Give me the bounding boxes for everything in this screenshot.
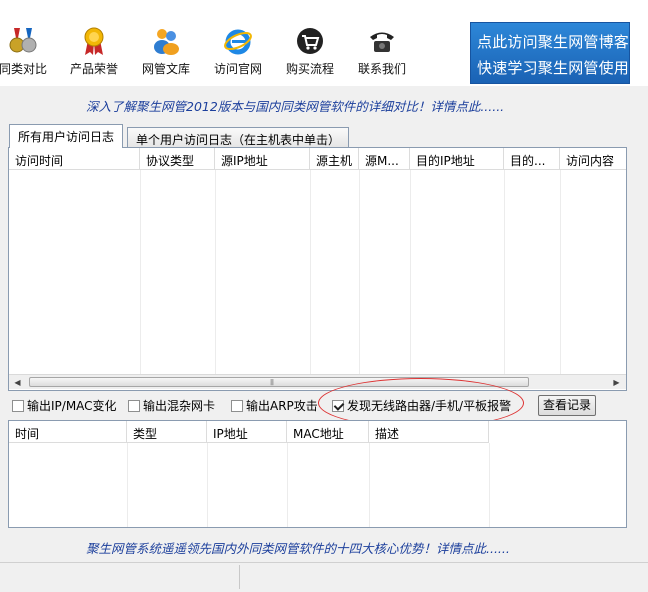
access-log-table[interactable]: 访问时间 协议类型 源IP地址 源主机 源M... 目的IP地址 目的... 访… [8,147,627,391]
column-header[interactable]: MAC地址 [287,421,369,443]
banner-line-2: 快速学习聚生网管使用 [477,59,630,77]
people-icon [154,29,179,55]
grid-line [560,170,561,375]
telephone-icon [370,32,394,52]
toolbar-purchase-button[interactable]: 购买流程 [280,26,340,82]
toolbar-contact-button[interactable]: 联系我们 [352,26,412,82]
scroll-left-icon[interactable]: ◀ [10,376,25,389]
toolbar-label: 访问官网 [213,62,262,76]
status-cell [240,565,648,589]
award-ribbon-icon [84,27,104,55]
grid-line [127,443,128,527]
grid-line [359,170,360,375]
toolbar-label: 联系我们 [357,62,406,76]
column-header[interactable]: 源IP地址 [215,148,310,170]
tab-single-user-log[interactable]: 单个用户访问日志（在主机表中单击） [127,127,350,148]
column-header[interactable]: 协议类型 [140,148,215,170]
view-records-button[interactable]: 查看记录 [538,395,596,416]
grid-line [140,170,141,375]
blog-banner-link[interactable]: 点此访问聚生网管博客 快速学习聚生网管使用 [470,22,630,84]
checkbox-box[interactable] [128,400,140,412]
checkbox-label: 输出ARP攻击 [246,399,318,413]
horizontal-scrollbar[interactable]: ◀ ||| ▶ [9,374,626,389]
status-bar [0,562,648,592]
internet-explorer-icon [224,29,252,55]
toolbar-compare-button[interactable]: 同类对比 [0,26,54,82]
scroll-right-icon[interactable]: ▶ [609,376,624,389]
shopping-cart-icon [297,28,323,54]
column-header[interactable]: 源主机 [310,148,359,170]
grid-line [489,443,490,527]
promo-advantages-link[interactable]: 聚生网管系统遥遥领先国内外同类网管软件的十四大核心优势！详情点此...... [86,538,510,557]
medals-icon [9,28,37,53]
status-cell [0,565,240,589]
grid-line [410,170,411,375]
grid-line [310,170,311,375]
checkbox-label: 输出IP/MAC变化 [27,399,117,413]
toolbar-label: 网管文库 [141,62,190,76]
column-header[interactable]: IP地址 [207,421,287,443]
column-header[interactable]: 时间 [9,421,127,443]
toolbar-label: 产品荣誉 [69,62,118,76]
toolbar-label: 同类对比 [0,62,47,76]
toolbar: 同类对比 产品荣誉 网管文库 访问官网 购买流程 联系我们 点此访问聚生网管博客… [0,0,648,86]
banner-line-1: 点此访问聚生网管博客 [477,33,630,51]
column-header[interactable]: 源M... [359,148,410,170]
column-header[interactable]: 描述 [369,421,489,443]
arp-attack-checkbox[interactable]: 输出ARP攻击 [231,397,318,414]
toolbar-label: 购买流程 [285,62,334,76]
grid-line [504,170,505,375]
promiscuous-nic-checkbox[interactable]: 输出混杂网卡 [128,397,215,414]
grid-line [215,170,216,375]
column-header[interactable]: 目的IP地址 [410,148,504,170]
toolbar-library-button[interactable]: 网管文库 [136,26,196,82]
grip-icon: ||| [270,379,274,386]
grid-line [287,443,288,527]
toolbar-honors-button[interactable]: 产品荣誉 [64,26,124,82]
promo-comparison-link[interactable]: 深入了解聚生网管2012版本与国内同类网管软件的详细对比！详情点此...... [86,96,504,115]
grid-line [207,443,208,527]
column-header[interactable]: 访问内容 [560,148,626,170]
checkbox-box[interactable] [12,400,24,412]
column-header[interactable]: 类型 [127,421,207,443]
column-header[interactable]: 访问时间 [9,148,140,170]
tab-all-users-log[interactable]: 所有用户访问日志 [9,124,124,148]
checkbox-label: 输出混杂网卡 [143,399,216,413]
toolbar-website-button[interactable]: 访问官网 [208,26,268,82]
alert-table[interactable]: 时间 类型 IP地址 MAC地址 描述 [8,420,627,528]
ip-mac-change-checkbox[interactable]: 输出IP/MAC变化 [12,397,117,414]
column-header[interactable]: 目的... [504,148,560,170]
checkbox-box[interactable] [231,400,243,412]
grid-line [369,443,370,527]
